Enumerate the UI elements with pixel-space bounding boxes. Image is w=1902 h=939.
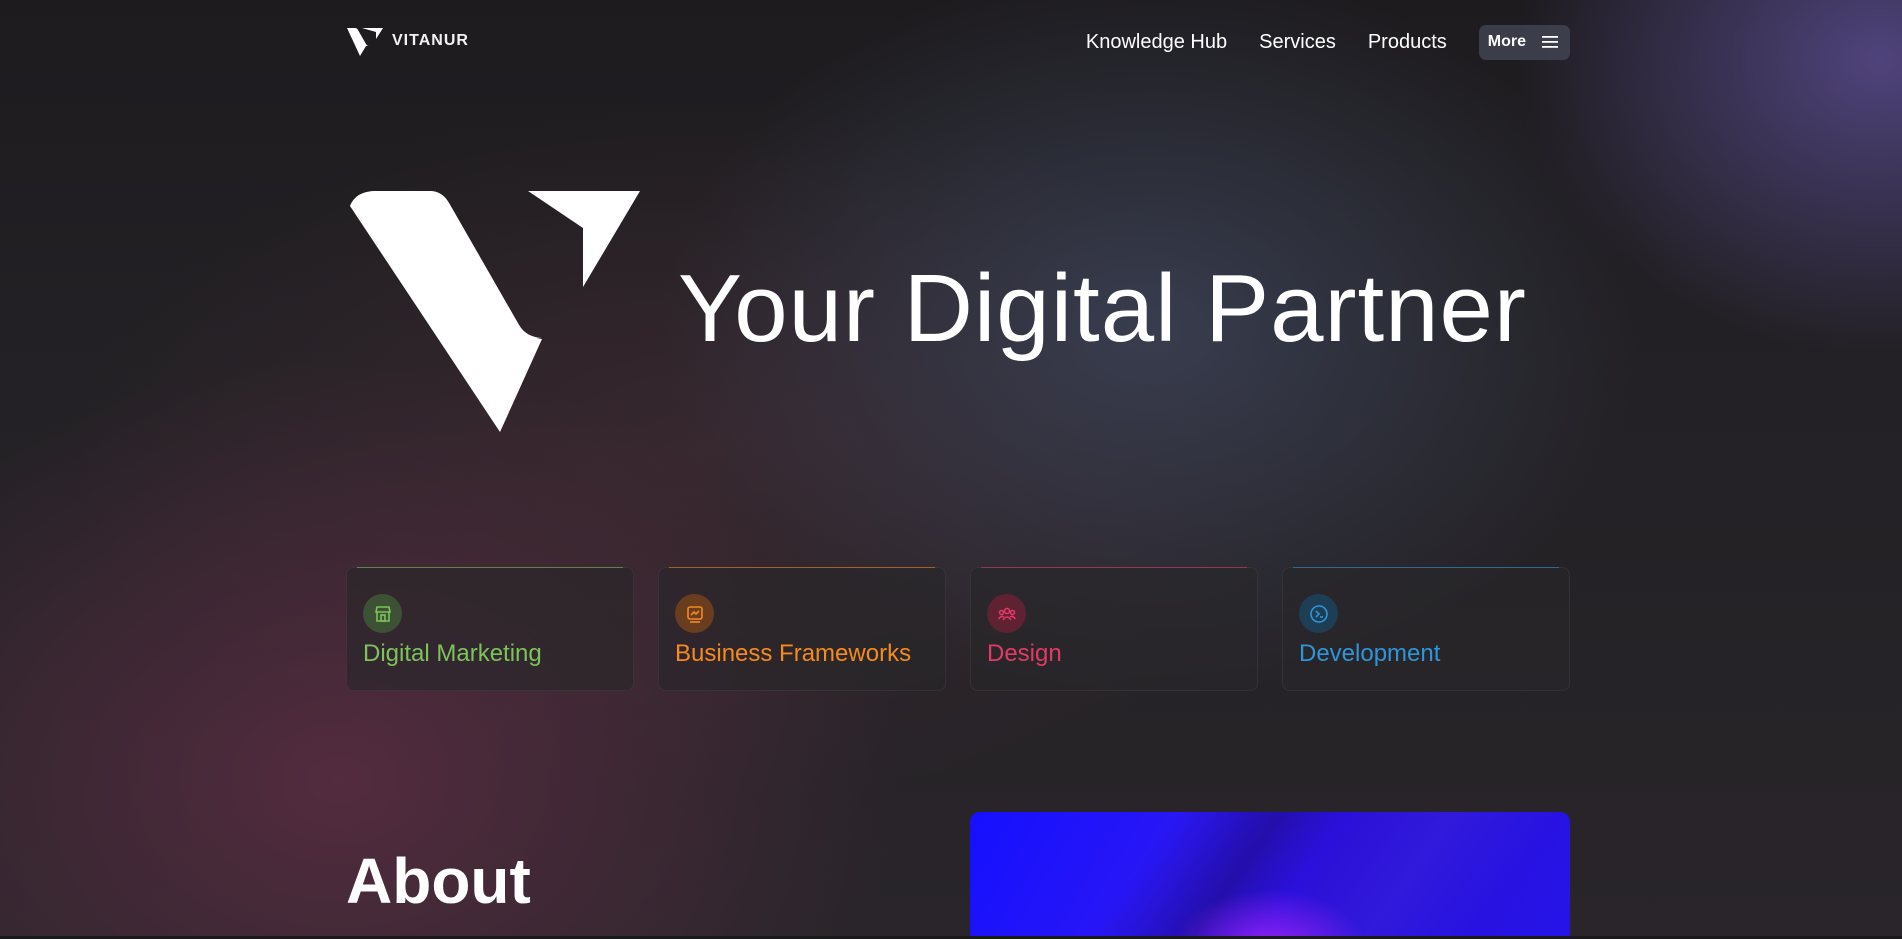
more-menu-label: More [1487,33,1526,50]
nav-link-knowledge-hub[interactable]: Knowledge Hub [1086,24,1227,60]
monitor-chart-icon [675,594,714,633]
hamburger-menu-icon [1542,36,1558,48]
category-label: Digital Marketing [363,640,542,667]
nav-link-products[interactable]: Products [1368,24,1447,60]
category-label: Business Frameworks [675,640,912,667]
about-heading: About [346,845,531,917]
hero-logo-icon [350,191,640,432]
hero-title: Your Digital Partner [678,255,1527,362]
brand-name: VITANUR [392,32,469,49]
category-card-digital-marketing[interactable]: Digital Marketing [346,567,634,691]
category-label: Design [987,640,1062,667]
category-card-business-frameworks[interactable]: Business Frameworks [658,567,946,691]
storefront-icon [363,594,402,633]
category-card-design[interactable]: Design [970,567,1258,691]
category-cards: Digital Marketing Business Frameworks De… [346,567,1570,691]
users-group-icon [987,594,1026,633]
more-menu-button[interactable]: More [1478,24,1570,60]
terminal-icon [1299,594,1338,633]
brand-logo[interactable]: VITANUR [346,26,469,56]
about-image [970,812,1570,939]
category-card-development[interactable]: Development [1282,567,1570,691]
category-label: Development [1299,640,1441,667]
main-nav: Knowledge Hub Services Products More [1086,24,1570,60]
nav-link-services[interactable]: Services [1259,24,1336,60]
vitanur-v-logo-icon [347,28,383,56]
about-image-streak [970,812,1570,939]
page: VITANUR Knowledge Hub Services Products … [0,0,1902,939]
site-header: VITANUR Knowledge Hub Services Products … [346,24,1570,60]
